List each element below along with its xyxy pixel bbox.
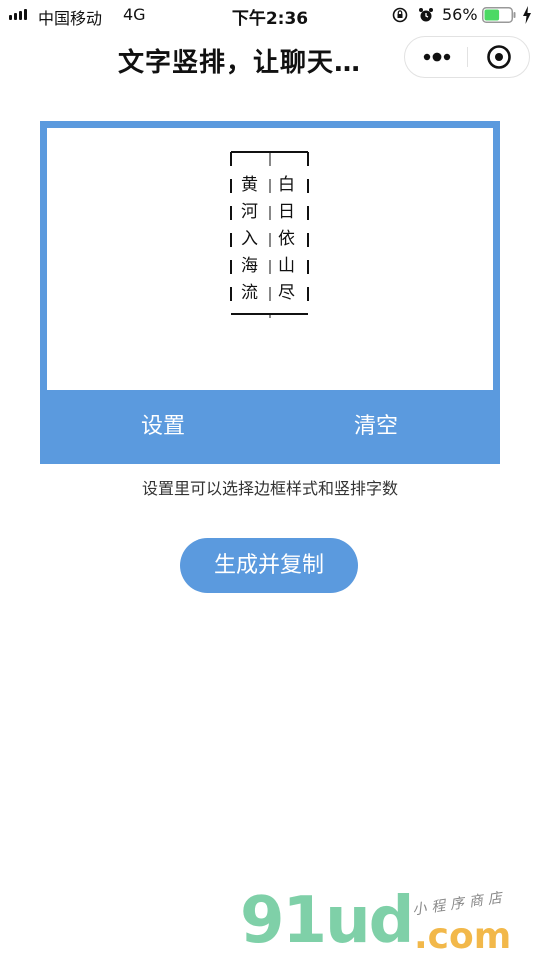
- battery-percent: 56%: [442, 5, 478, 24]
- generate-copy-button[interactable]: 生成并复制: [180, 538, 358, 593]
- charging-icon: [523, 6, 531, 24]
- more-button[interactable]: [405, 37, 467, 77]
- close-circle-icon: [487, 45, 511, 69]
- status-bar: 中国移动 4G 下午2:36 56%: [0, 0, 540, 30]
- watermark-tagline: 小程序商店: [411, 889, 508, 919]
- clear-button[interactable]: 清空: [296, 390, 456, 464]
- editor-panel: 黄河入海流 白日依山尽 设置 清空: [40, 121, 500, 464]
- poem-column-left: 黄河入海流: [241, 172, 258, 307]
- poem-border-frame: [230, 151, 309, 318]
- watermark-logo: 91ud: [240, 884, 414, 958]
- poem-char: 入: [241, 229, 258, 249]
- poem-char: 黄: [241, 175, 258, 195]
- poem-char: 河: [241, 202, 258, 222]
- alarm-icon: [419, 8, 433, 22]
- poem-column-right: 白日依山尽: [278, 172, 295, 307]
- action-row: 设置 清空: [40, 390, 500, 464]
- battery-icon: [482, 7, 516, 23]
- poem-char: 流: [241, 283, 258, 303]
- settings-hint: 设置里可以选择边框样式和竖排字数: [141, 479, 398, 498]
- poem-char: 海: [241, 256, 258, 276]
- poem-char: 山: [278, 256, 295, 276]
- poem-char: 白: [278, 175, 295, 195]
- page-title: 文字竖排，让聊天…: [118, 48, 362, 78]
- mini-program-capsule: [404, 36, 530, 78]
- watermark: 91ud 小程序商店 .com: [238, 885, 538, 960]
- poem-char: 尽: [278, 283, 295, 303]
- close-button[interactable]: [468, 37, 530, 77]
- vertical-text-preview[interactable]: 黄河入海流 白日依山尽: [47, 128, 493, 390]
- watermark-domain: .com: [414, 916, 512, 957]
- poem-char: 依: [278, 229, 295, 249]
- more-dots-icon: [423, 52, 451, 62]
- settings-button[interactable]: 设置: [83, 390, 243, 464]
- poem-char: 日: [278, 202, 295, 222]
- orientation-lock-icon: [392, 7, 408, 23]
